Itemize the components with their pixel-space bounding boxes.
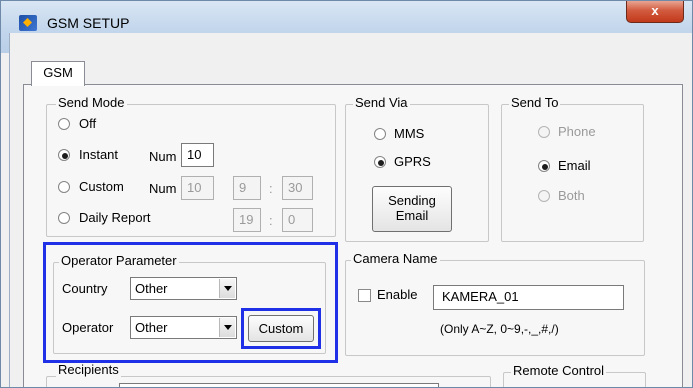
radio-off-label: Off (79, 116, 97, 131)
radio-custom[interactable] (58, 181, 70, 193)
sending-email-button[interactable]: Sending Email (372, 186, 452, 232)
radio-gprs[interactable] (374, 156, 386, 168)
chevron-down-icon (219, 318, 235, 337)
chevron-down-icon (219, 279, 235, 298)
radio-off[interactable] (58, 118, 70, 130)
radio-email-label: Email (558, 158, 591, 173)
instant-num-label: Num (149, 149, 177, 164)
operator-select-value: Other (135, 320, 168, 335)
radio-mms[interactable] (374, 128, 386, 140)
country-select[interactable]: Other (130, 277, 237, 300)
custom-hour-input[interactable]: 9 (233, 176, 261, 200)
sending-email-label-line2: Email (395, 208, 429, 223)
custom-num-input[interactable]: 10 (181, 176, 214, 200)
custom-button[interactable]: Custom (248, 315, 314, 342)
recipients-legend: Recipients (56, 362, 121, 377)
camera-name-hint: (Only A~Z, 0~9,-,_,#,/) (440, 322, 559, 336)
gsm-setup-window: GSM SETUP x GSM Send Mode Off Instant Nu… (0, 0, 693, 388)
custom-minute-input[interactable]: 30 (282, 176, 313, 200)
country-select-value: Other (135, 281, 168, 296)
custom-time-separator: : (269, 181, 273, 196)
radio-both[interactable] (538, 190, 550, 202)
radio-instant[interactable] (58, 149, 70, 161)
operator-label: Operator (62, 320, 114, 335)
close-button[interactable]: x (626, 1, 684, 23)
radio-instant-label: Instant (79, 147, 119, 162)
enable-checkbox[interactable] (358, 289, 371, 302)
radio-mms-label: MMS (394, 126, 425, 141)
custom-num-label: Num (149, 181, 177, 196)
radio-both-label: Both (558, 188, 585, 203)
send-to-legend: Send To (509, 95, 561, 110)
radio-custom-label: Custom (79, 179, 124, 194)
tab-gsm[interactable]: GSM (31, 61, 85, 86)
radio-gprs-label: GPRS (394, 154, 431, 169)
daily-minute-input[interactable]: 0 (282, 208, 313, 232)
send-via-legend: Send Via (353, 95, 410, 110)
camera-name-input[interactable]: KAMERA_01 (433, 285, 624, 310)
radio-email[interactable] (538, 160, 550, 172)
operator-select[interactable]: Other (130, 316, 237, 339)
country-label: Country (62, 281, 108, 296)
sending-email-label-line1: Sending (388, 193, 436, 208)
camera-name-legend: Camera Name (351, 251, 440, 266)
recipients-input[interactable] (119, 383, 439, 387)
radio-daily-report[interactable] (58, 212, 70, 224)
window-title: GSM SETUP (47, 15, 130, 31)
instant-num-input[interactable]: 10 (181, 143, 214, 167)
enable-checkbox-label: Enable (377, 287, 418, 302)
send-mode-legend: Send Mode (56, 95, 127, 110)
app-icon (19, 15, 37, 31)
radio-daily-report-label: Daily Report (79, 210, 151, 225)
remote-control-legend: Remote Control (511, 363, 607, 378)
radio-phone-label: Phone (558, 124, 596, 139)
daily-time-separator: : (269, 213, 273, 228)
operator-parameter-legend: Operator Parameter (59, 253, 179, 268)
daily-hour-input[interactable]: 19 (233, 208, 261, 232)
radio-phone[interactable] (538, 126, 550, 138)
